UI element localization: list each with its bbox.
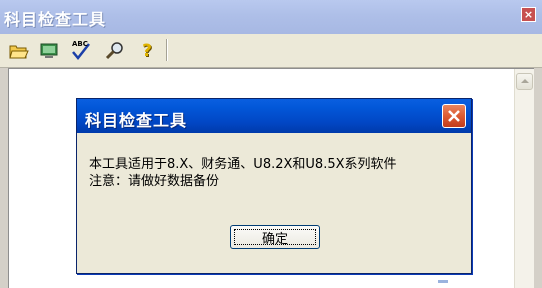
close-icon bbox=[448, 110, 460, 122]
spell-check-button[interactable]: ABC bbox=[70, 40, 92, 62]
ok-button[interactable]: 确定 bbox=[230, 225, 320, 249]
right-border bbox=[534, 68, 542, 288]
info-dialog: 科目检查工具 本工具适用于8.X、财务通、U8.2X和U8.5X系列软件 注意：… bbox=[76, 98, 472, 274]
toolbar-separator bbox=[166, 39, 168, 61]
window-close-button[interactable]: × bbox=[521, 7, 536, 22]
search-magnifier-icon bbox=[105, 42, 123, 60]
spell-check-label: ABC bbox=[72, 40, 88, 48]
left-border bbox=[0, 68, 8, 288]
partial-element bbox=[438, 280, 448, 283]
ok-button-label: 确定 bbox=[261, 231, 288, 247]
computer-icon bbox=[40, 43, 58, 58]
search-button[interactable] bbox=[104, 40, 126, 62]
computer-button[interactable] bbox=[38, 40, 60, 62]
scroll-up-arrow-icon bbox=[521, 79, 529, 83]
toolbar: ABC ? bbox=[0, 34, 542, 68]
dialog-close-button[interactable] bbox=[442, 104, 466, 128]
dialog-body: 本工具适用于8.X、财务通、U8.2X和U8.5X系列软件 注意：请做好数据备份… bbox=[77, 133, 471, 273]
open-button[interactable] bbox=[8, 40, 30, 62]
title-bar[interactable]: 科目检查工具 × bbox=[0, 0, 542, 34]
vertical-scrollbar[interactable] bbox=[514, 69, 534, 288]
dialog-title: 科目检查工具 bbox=[85, 111, 188, 130]
open-folder-icon bbox=[9, 45, 29, 59]
help-question-icon: ? bbox=[142, 41, 152, 61]
help-button[interactable]: ? bbox=[136, 40, 158, 62]
window-title: 科目检查工具 bbox=[4, 10, 107, 29]
close-icon: × bbox=[523, 8, 534, 21]
main-window: 科目检查工具 × ABC ? 科目检查工具 本工具适用于8.X、财务通、U8.2… bbox=[0, 0, 542, 288]
scroll-up-button[interactable] bbox=[516, 73, 533, 90]
dialog-title-bar[interactable]: 科目检查工具 bbox=[77, 99, 471, 133]
dialog-message-line-2: 注意：请做好数据备份 bbox=[89, 174, 220, 189]
